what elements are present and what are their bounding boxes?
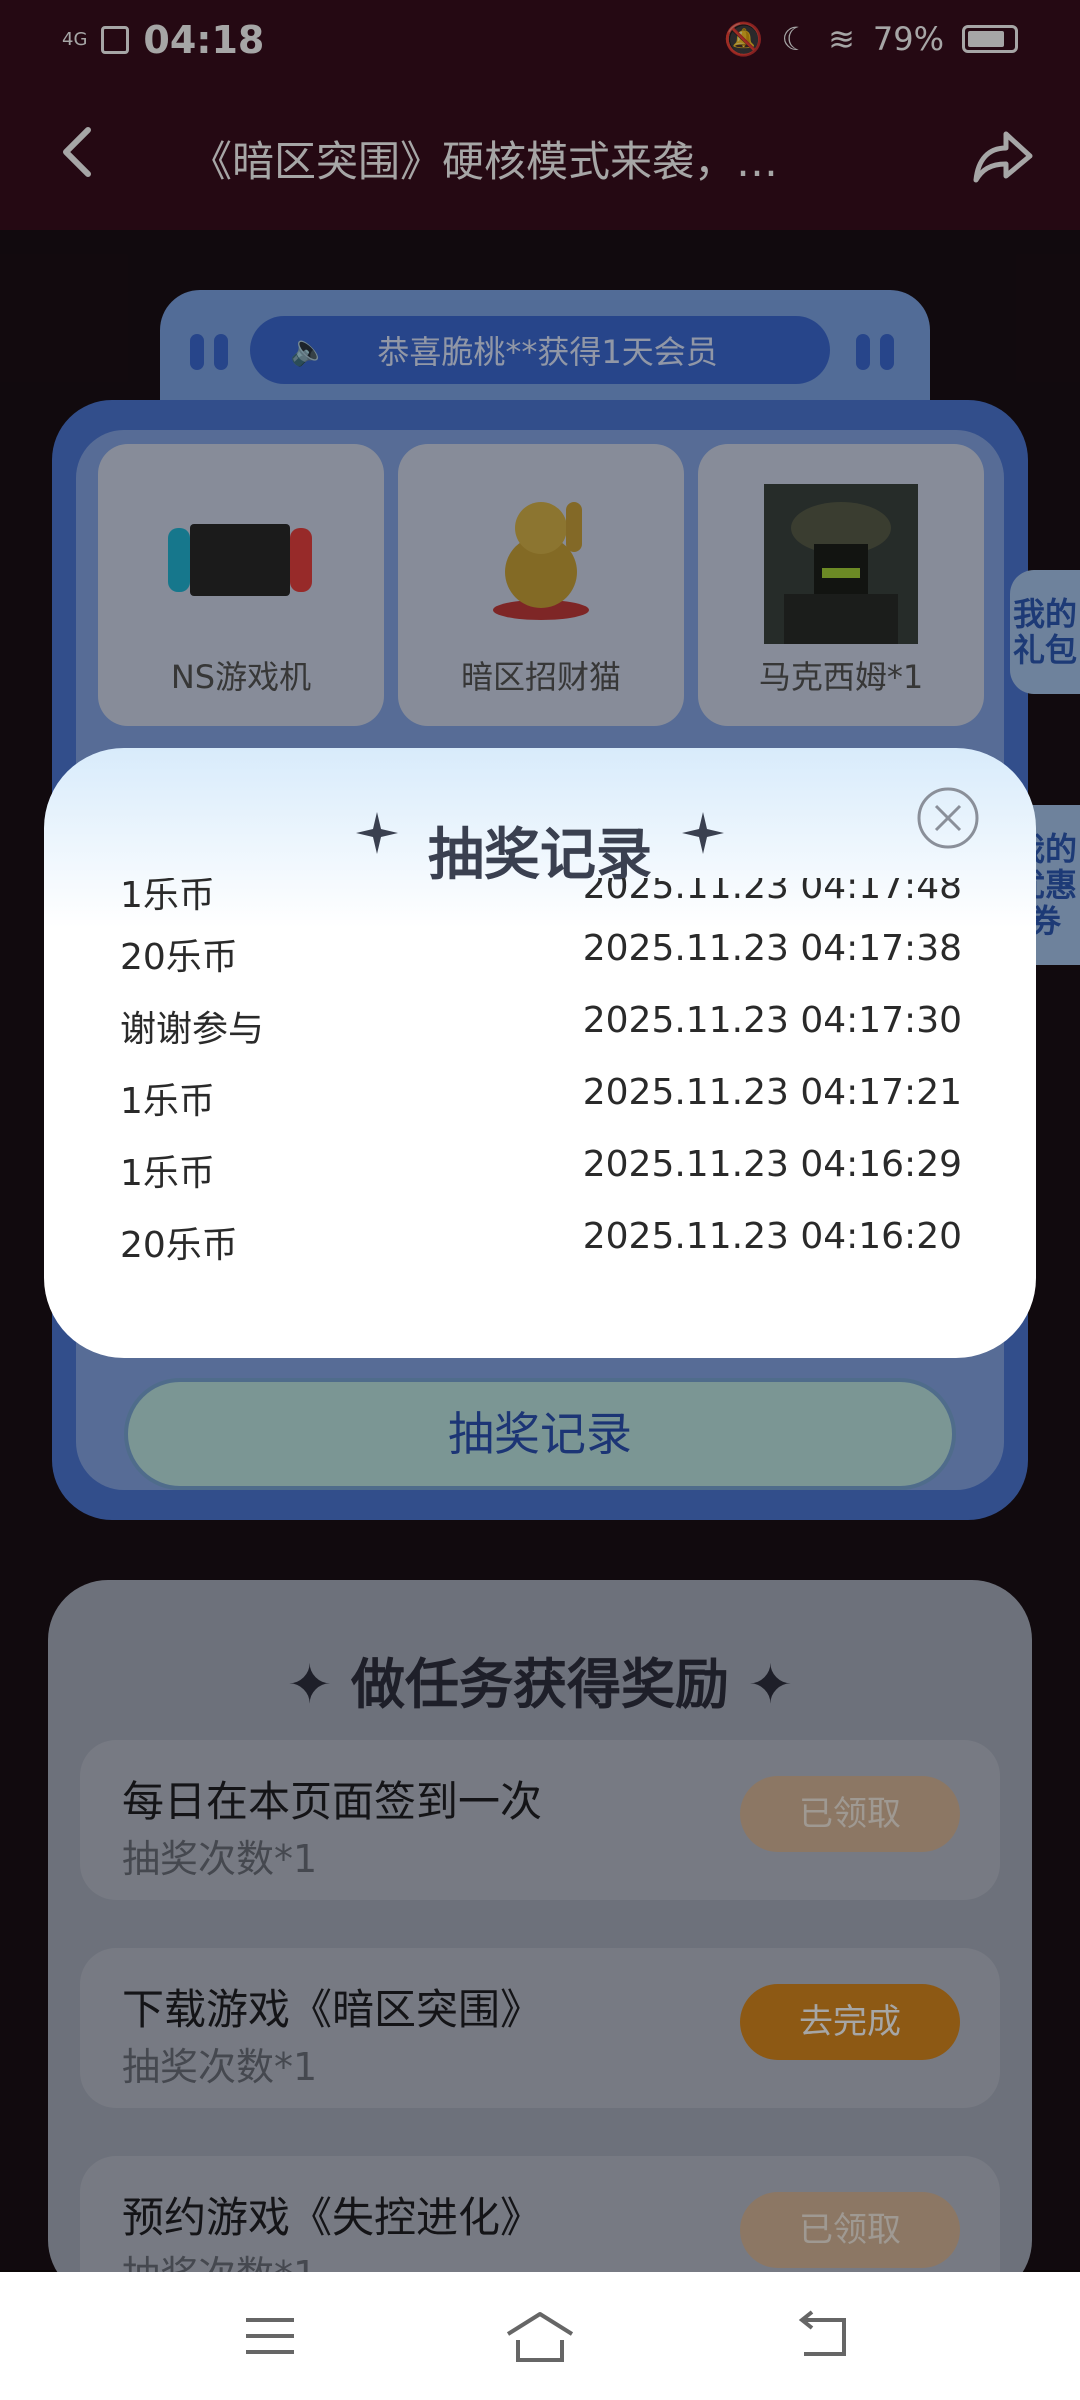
record-prize: 1乐币 — [120, 878, 215, 916]
back-icon[interactable] — [794, 2306, 854, 2366]
record-row: 1乐币 2025.11.23 04:17:48 — [120, 878, 962, 926]
record-row: 1乐币 2025.11.23 04:17:21 — [120, 1072, 962, 1132]
record-prize: 20乐币 — [120, 1225, 238, 1266]
system-nav-bar — [0, 2272, 1080, 2400]
draw-record-dialog: 抽奖记录 1乐币 2025.11.23 04:17:48 20乐币 2025.1… — [44, 748, 1036, 1358]
record-row: 20乐币 2025.11.23 04:16:20 — [120, 1216, 962, 1276]
record-prize: 谢谢参与 — [120, 1009, 265, 1050]
record-time: 2025.11.23 04:17:48 — [582, 878, 962, 907]
close-icon[interactable] — [916, 786, 980, 850]
menu-icon[interactable] — [240, 2306, 300, 2366]
record-prize: 20乐币 — [120, 937, 238, 978]
record-list[interactable]: 1乐币 2025.11.23 04:17:48 20乐币 2025.11.23 … — [120, 878, 962, 1338]
record-time: 2025.11.23 04:16:29 — [582, 1144, 962, 1185]
record-time: 2025.11.23 04:16:20 — [582, 1216, 962, 1257]
record-row: 20乐币 2025.11.23 04:17:38 — [120, 928, 962, 988]
record-prize: 1乐币 — [120, 1153, 215, 1194]
record-time: 2025.11.23 04:17:30 — [582, 1000, 962, 1041]
record-time: 2025.11.23 04:17:38 — [582, 928, 962, 969]
record-row: 1乐币 2025.11.23 04:16:29 — [120, 1144, 962, 1204]
home-icon[interactable] — [504, 2306, 576, 2366]
record-prize: 1乐币 — [120, 1081, 215, 1122]
record-time: 2025.11.23 04:17:21 — [582, 1072, 962, 1113]
record-row: 谢谢参与 2025.11.23 04:17:30 — [120, 1000, 962, 1060]
sparkle-icon — [682, 812, 724, 854]
